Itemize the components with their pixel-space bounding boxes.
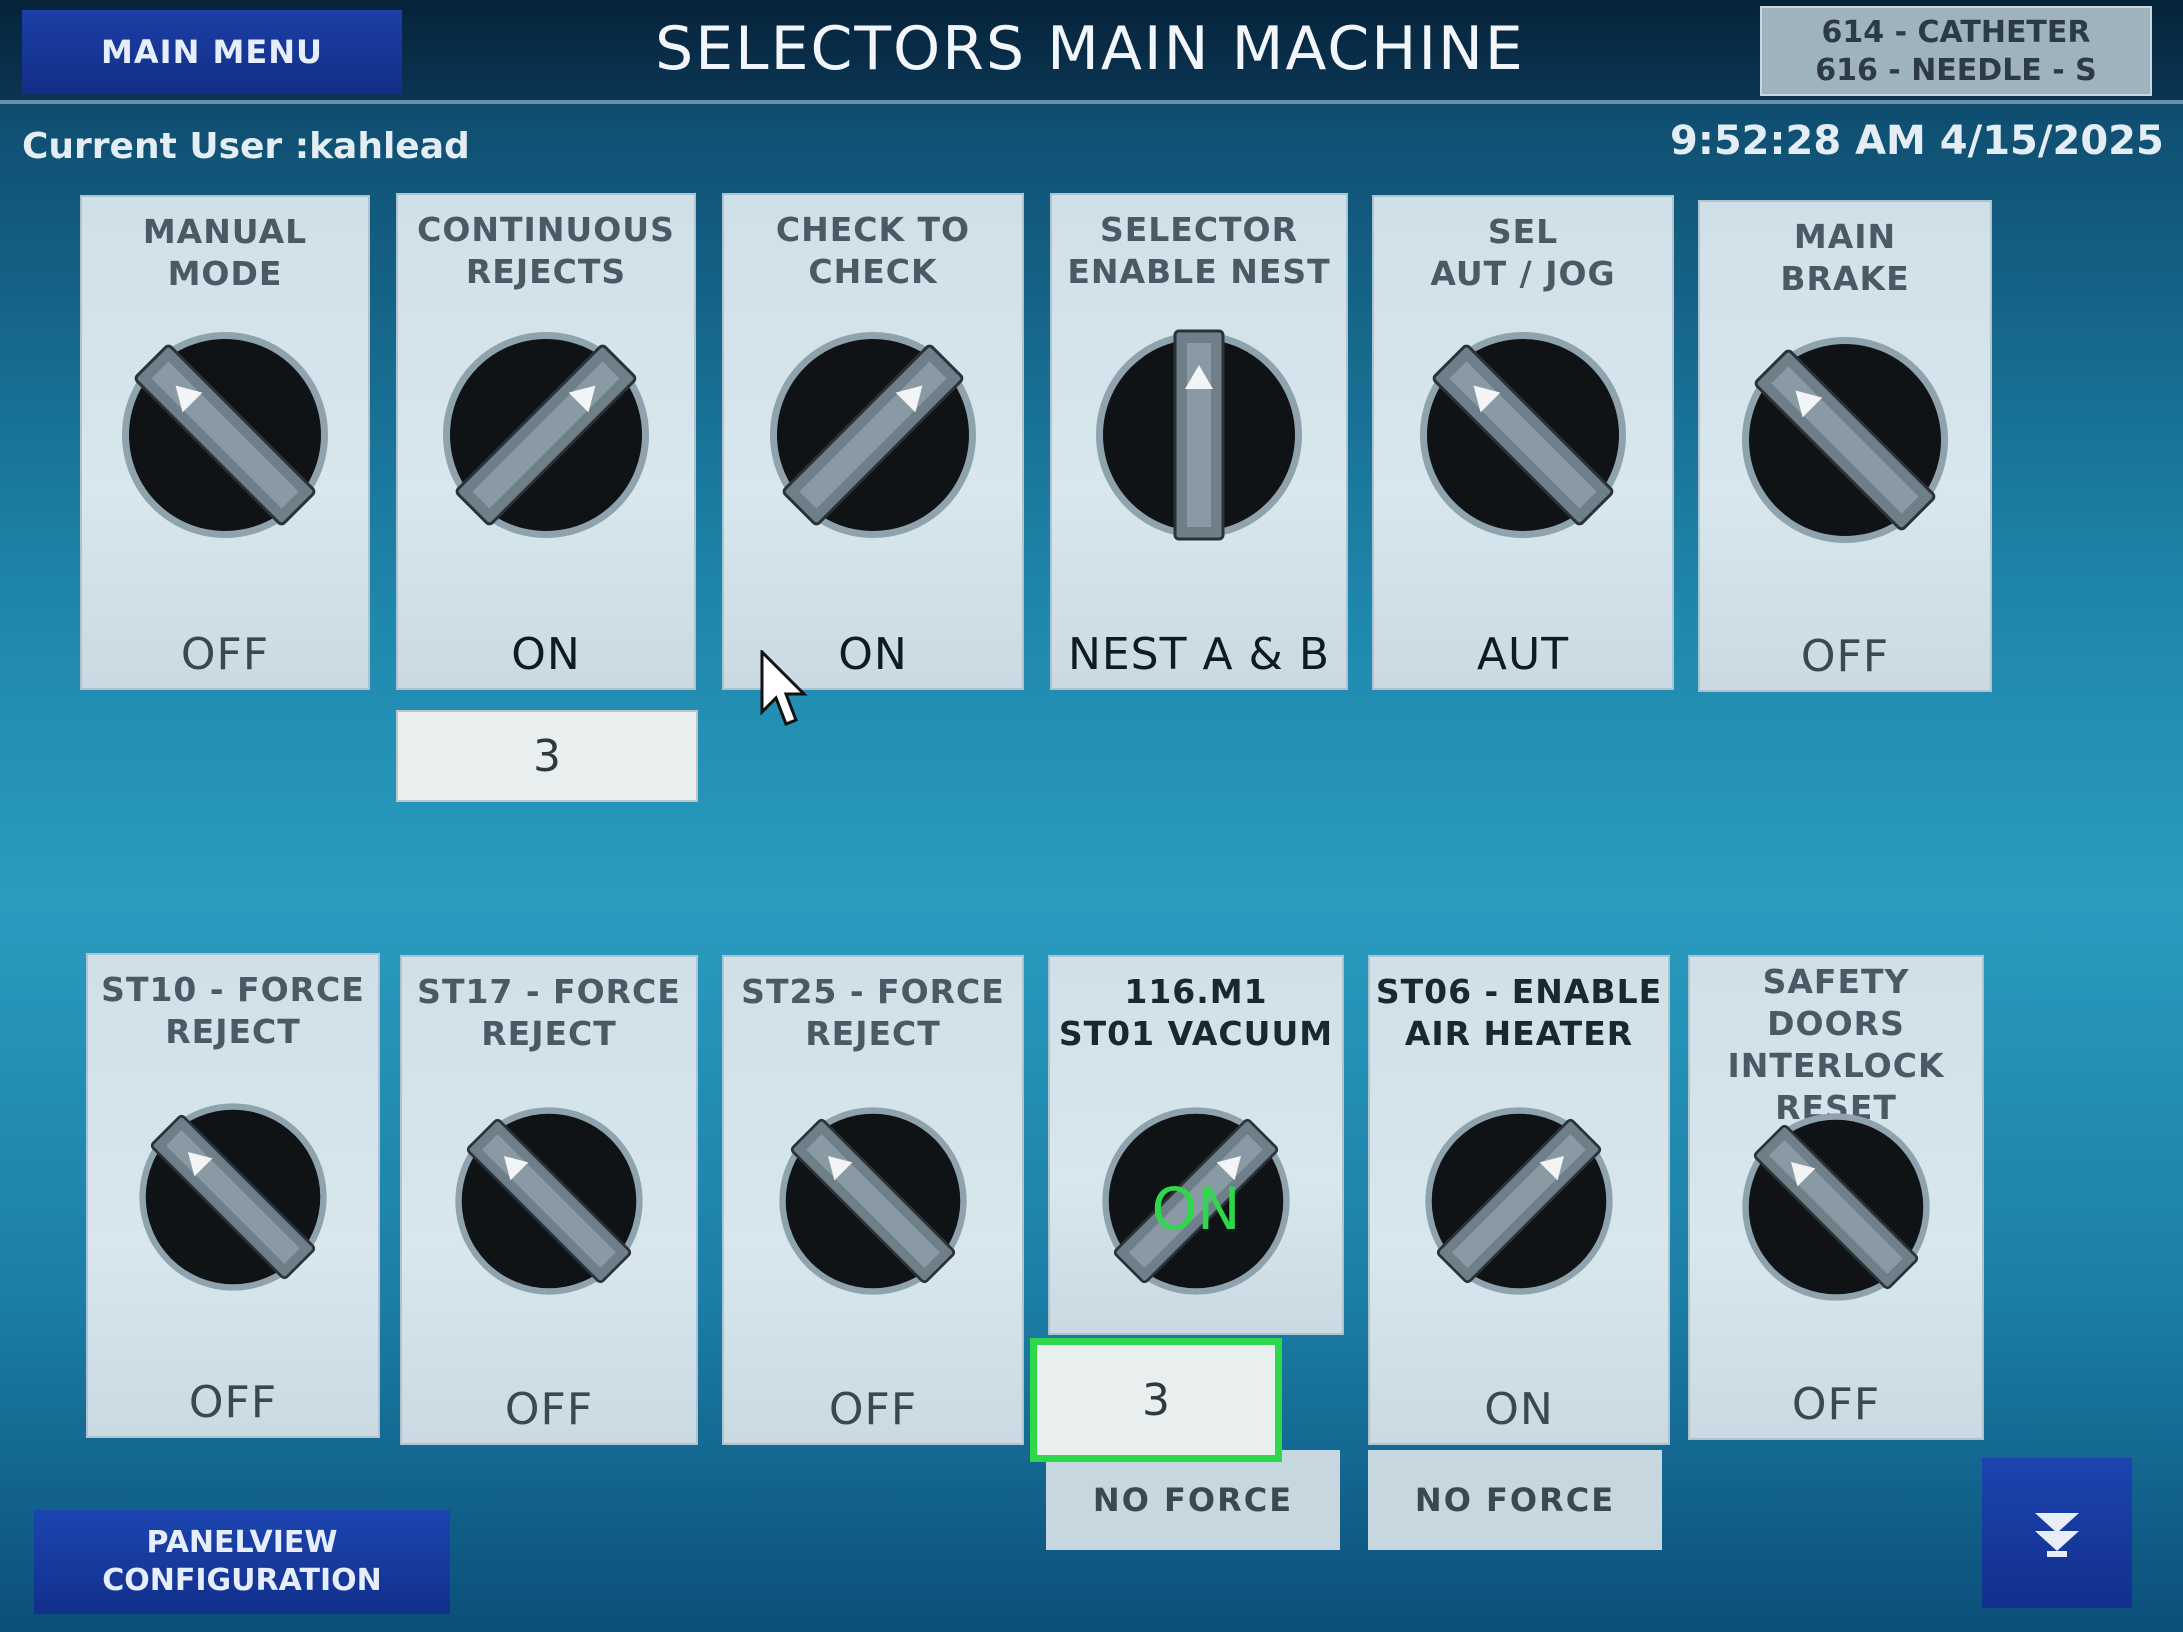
rotary-selector-icon [139, 1103, 327, 1291]
rotary-selector-icon [1742, 1113, 1930, 1301]
rotary-selector-icon [1096, 329, 1302, 541]
selector-state: OFF [828, 1384, 918, 1435]
st01-vacuum-selector[interactable]: 116.M1 ST01 VACUUM ON [1048, 955, 1344, 1335]
selector-title: CONTINUOUS REJECTS [417, 210, 675, 291]
st06-no-force-label: NO FORCE [1368, 1450, 1662, 1550]
rotary-selector-icon [779, 1107, 967, 1295]
st01-vacuum-count-input[interactable]: 3 [1030, 1338, 1282, 1462]
rotary-selector-icon [1425, 1107, 1613, 1295]
mouse-cursor-icon [760, 650, 808, 726]
panelview-label-2: CONFIGURATION [102, 1563, 382, 1598]
selector-state: AUT [1476, 629, 1570, 680]
selector-title: ST06 - ENABLE AIR HEATER [1375, 972, 1663, 1053]
selector-title: SELECTOR ENABLE NEST [1067, 210, 1331, 291]
safety-doors-reset-selector[interactable]: SAFETY DOORS INTERLOCK RESET OFF [1688, 955, 1984, 1440]
check-to-check-selector[interactable]: CHECK TO CHECK ON [722, 193, 1024, 690]
recipe-display: 614 - CATHETER 616 - NEEDLE - S [1760, 6, 2152, 96]
main-brake-selector[interactable]: MAIN BRAKE OFF [1698, 200, 1992, 692]
rotary-selector-icon [1742, 337, 1948, 543]
current-user: Current User :kahlead [22, 126, 470, 167]
rotary-selector-icon [122, 332, 328, 538]
selector-state: NEST A & B [1067, 629, 1331, 680]
recipe-line-2: 616 - NEEDLE - S [1815, 53, 2097, 88]
selector-title: MANUAL MODE [142, 212, 308, 293]
panelview-label-1: PANELVIEW [146, 1525, 338, 1560]
selector-state: ON [511, 629, 581, 680]
selector-title: SAFETY DOORS INTERLOCK RESET [1727, 962, 1945, 1127]
recipe-line-1: 614 - CATHETER [1821, 15, 2091, 50]
panelview-configuration-button[interactable]: PANELVIEW CONFIGURATION [34, 1510, 450, 1614]
page-title: SELECTORS MAIN MACHINE [655, 14, 1525, 84]
selector-state: OFF [188, 1377, 278, 1428]
selector-title: MAIN BRAKE [1780, 217, 1910, 298]
sel-aut-jog-selector[interactable]: SEL AUT / JOG AUT [1372, 195, 1674, 690]
st06-air-heater-selector[interactable]: ST06 - ENABLE AIR HEATER ON [1368, 955, 1670, 1445]
selector-title: 116.M1 ST01 VACUUM [1058, 972, 1334, 1053]
selector-enable-nest[interactable]: SELECTOR ENABLE NEST NEST A & B [1050, 193, 1348, 690]
next-page-button[interactable] [1982, 1458, 2132, 1608]
st25-force-reject-selector[interactable]: ST25 - FORCE REJECT OFF [722, 955, 1024, 1445]
selector-title: CHECK TO CHECK [775, 210, 971, 291]
selector-state: OFF [180, 629, 270, 680]
selector-title: SEL AUT / JOG [1430, 212, 1616, 293]
continuous-rejects-count-input[interactable]: 3 [396, 710, 698, 802]
rotary-selector-icon [770, 332, 976, 538]
selector-state: OFF [1791, 1379, 1881, 1430]
rotary-selector-icon [1420, 332, 1626, 538]
st10-force-reject-selector[interactable]: ST10 - FORCE REJECT OFF [86, 953, 380, 1438]
selector-state: OFF [1800, 631, 1890, 682]
date-time: 9:52:28 AM 4/15/2025 [1670, 118, 2164, 164]
continuous-rejects-selector[interactable]: CONTINUOUS REJECTS ON [396, 193, 696, 690]
selector-title: ST17 - FORCE REJECT [417, 972, 681, 1053]
selector-state: ON [1484, 1384, 1554, 1435]
st01-no-force-label: NO FORCE [1046, 1450, 1340, 1550]
selector-title: ST25 - FORCE REJECT [741, 972, 1005, 1053]
rotary-selector-icon [443, 332, 649, 538]
rotary-selector-icon [455, 1107, 643, 1295]
selector-title: ST10 - FORCE REJECT [101, 970, 365, 1051]
on-overlay-label: ON [1151, 1175, 1241, 1243]
next-page-icon [2035, 1513, 2079, 1557]
main-menu-button[interactable]: MAIN MENU [22, 10, 402, 94]
selector-state: OFF [504, 1384, 594, 1435]
st17-force-reject-selector[interactable]: ST17 - FORCE REJECT OFF [400, 955, 698, 1445]
manual-mode-selector[interactable]: MANUAL MODE OFF [80, 195, 370, 690]
